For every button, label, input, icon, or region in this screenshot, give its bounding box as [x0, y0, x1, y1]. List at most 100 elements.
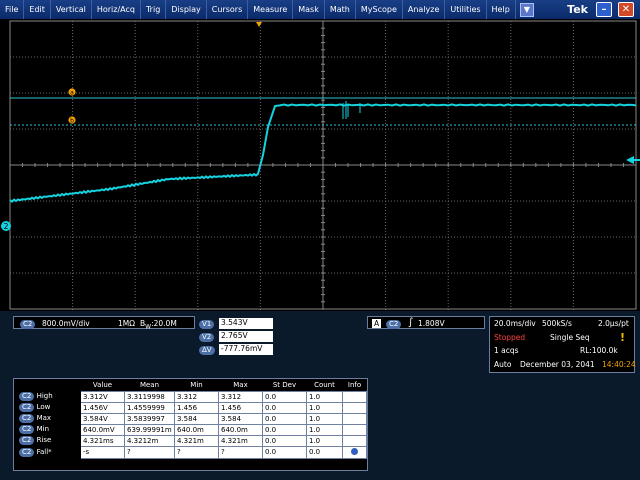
measurement-max: 640.0m: [218, 423, 263, 436]
menu-edit[interactable]: Edit: [24, 0, 51, 19]
measurement-value: 640.0mV: [80, 423, 125, 436]
table-row[interactable]: C2 Fall* -s??? 0.0 0.0: [14, 445, 367, 459]
waveform-display[interactable]: a b 2: [0, 19, 640, 311]
table-row[interactable]: C2 Min 640.0mV 639.99991m 640.0m 640.0m 0.0 1.…: [14, 423, 367, 436]
measurement-count: 1.0: [306, 401, 343, 414]
measurement-name: Low: [36, 403, 51, 411]
menu-myscope[interactable]: MyScope: [356, 0, 403, 19]
measurement-info: [342, 423, 367, 436]
header-info: Info: [347, 380, 362, 389]
header-blank: [15, 379, 81, 391]
trigger-type-badge: A: [372, 319, 382, 328]
acquisition-readout[interactable]: 20.0ms/div 500kS/s 2.0μs/pt Stopped Sing…: [489, 316, 636, 373]
measurement-channel-badge: C2: [19, 447, 35, 457]
trigger-readout[interactable]: A C2 ∫ 1.808V: [367, 316, 485, 329]
measurement-min: 3.584: [174, 412, 219, 425]
close-icon[interactable]: ✕: [618, 2, 634, 17]
record-length: RL:100.0k: [580, 346, 618, 355]
measurement-max: 3.312: [218, 390, 263, 403]
measurement-mean: ?: [124, 445, 175, 459]
trigger-mode: Auto: [494, 360, 512, 369]
measurement-mean: 3.5839997: [124, 412, 175, 425]
menu-utilities[interactable]: Utilities: [445, 0, 487, 19]
trigger-level-marker[interactable]: [626, 156, 634, 164]
menu-cursors[interactable]: Cursors: [207, 0, 249, 19]
measurement-name: Min: [36, 425, 49, 433]
delta-v-badge: ΔV: [199, 346, 215, 355]
measurement-min: 4.321m: [174, 434, 219, 447]
measurement-info: [342, 401, 367, 414]
measurement-count: 1.0: [306, 390, 343, 403]
menu-mask[interactable]: Mask: [293, 0, 325, 19]
triangle-down-icon[interactable]: ▼: [519, 2, 534, 17]
measurement-name: High: [36, 392, 53, 400]
menu-math[interactable]: Math: [325, 0, 356, 19]
v1-value: 3.543V: [219, 318, 273, 329]
acquisition-count: 1 acqs: [494, 346, 519, 355]
minimize-icon[interactable]: –: [596, 2, 612, 17]
measurement-count: 0.0: [306, 445, 343, 459]
trigger-position-marker[interactable]: [256, 22, 262, 27]
measurement-max: 3.584: [218, 412, 263, 425]
trigger-channel-badge: C2: [386, 320, 402, 329]
measurement-label: C2 Fall*: [14, 445, 81, 459]
menu-bar: File Edit Vertical Horiz/Acq Trig Displa…: [0, 0, 640, 19]
measurement-min: 1.456: [174, 401, 219, 414]
measurement-count: 1.0: [306, 423, 343, 436]
measurement-min: 640.0m: [174, 423, 219, 436]
channel-2-badge: C2: [20, 320, 36, 329]
delta-v-value: -777.76mV: [219, 344, 273, 355]
menu-file[interactable]: File: [0, 0, 25, 19]
single-seq-icon: !: [620, 331, 626, 344]
measurement-stdev: 0.0: [262, 412, 307, 425]
table-row[interactable]: C2 Low 1.456V 1.4559999 1.456 1.456 0.0 1.0: [14, 401, 367, 414]
measurement-label: C2 Low: [14, 401, 81, 414]
acquisition-mode: Single Seq: [550, 333, 590, 342]
cursor-readout[interactable]: V1 3.543V V2 2.765V ΔV -777.76mV: [197, 317, 275, 358]
rising-edge-icon: ∫: [408, 317, 414, 328]
measurement-value: 1.456V: [80, 401, 125, 414]
menu-measure[interactable]: Measure: [248, 0, 294, 19]
measurement-stdev: 0.0: [262, 445, 307, 459]
menu-help[interactable]: Help: [487, 0, 516, 19]
date: December 03, 2041: [520, 360, 595, 369]
menu-trig[interactable]: Trig: [141, 0, 167, 19]
measurement-stdev: 0.0: [262, 390, 307, 403]
measurement-info: [342, 434, 367, 447]
menu-display[interactable]: Display: [166, 0, 207, 19]
measurement-stdev: 0.0: [262, 401, 307, 414]
measurement-max: ?: [218, 445, 263, 459]
measurement-mean: 3.3119998: [124, 390, 175, 403]
menu-vertical[interactable]: Vertical: [51, 0, 92, 19]
measurement-max: 4.321m: [218, 434, 263, 447]
acquisition-state: Stopped: [494, 333, 526, 342]
timebase: 20.0ms/div: [494, 319, 536, 328]
measurement-channel-badge: C2: [19, 425, 35, 434]
header-max: Max: [233, 380, 248, 389]
time: 14:40:24: [602, 360, 636, 369]
cursor-b-label: b: [70, 118, 74, 125]
trigger-level: 1.808V: [418, 319, 445, 328]
measurement-label: C2 Min: [14, 423, 81, 436]
table-row[interactable]: C2 Max 3.584V 3.5839997 3.584 3.584 0.0 1.0: [14, 412, 367, 425]
info-button-icon[interactable]: [350, 446, 359, 456]
measurement-name: Fall*: [36, 447, 52, 456]
sample-rate: 500kS/s: [542, 319, 572, 328]
resolution: 2.0μs/pt: [598, 319, 629, 328]
channel-2-readout[interactable]: C2 800.0mV/div 1MΩ BW:20.0M: [13, 316, 195, 331]
measurement-mean: 1.4559999: [124, 401, 175, 414]
table-row[interactable]: C2 High 3.312V 3.3119998 3.312 3.312 0.0 1.0: [14, 390, 367, 403]
menu-horiz-acq[interactable]: Horiz/Acq: [92, 0, 141, 19]
measurement-table[interactable]: Value Mean Min Max St Dev Count Info C2 …: [13, 378, 368, 471]
measurement-count: 1.0: [306, 434, 343, 447]
header-value: Value: [92, 380, 113, 389]
graticule: a b 2: [1, 20, 640, 310]
coupling-impedance: 1MΩ: [118, 319, 135, 328]
table-row[interactable]: C2 Rise 4.321ms 4.3212m 4.321m 4.321m 0.0 1.0: [14, 434, 367, 447]
measurement-channel-badge: C2: [19, 436, 35, 445]
cursor-a-label: a: [70, 90, 74, 97]
channel-2-marker-label: 2: [3, 222, 8, 231]
menu-analyze[interactable]: Analyze: [403, 0, 446, 19]
measurement-min: 3.312: [174, 390, 219, 403]
measurement-stdev: 0.0: [262, 423, 307, 436]
